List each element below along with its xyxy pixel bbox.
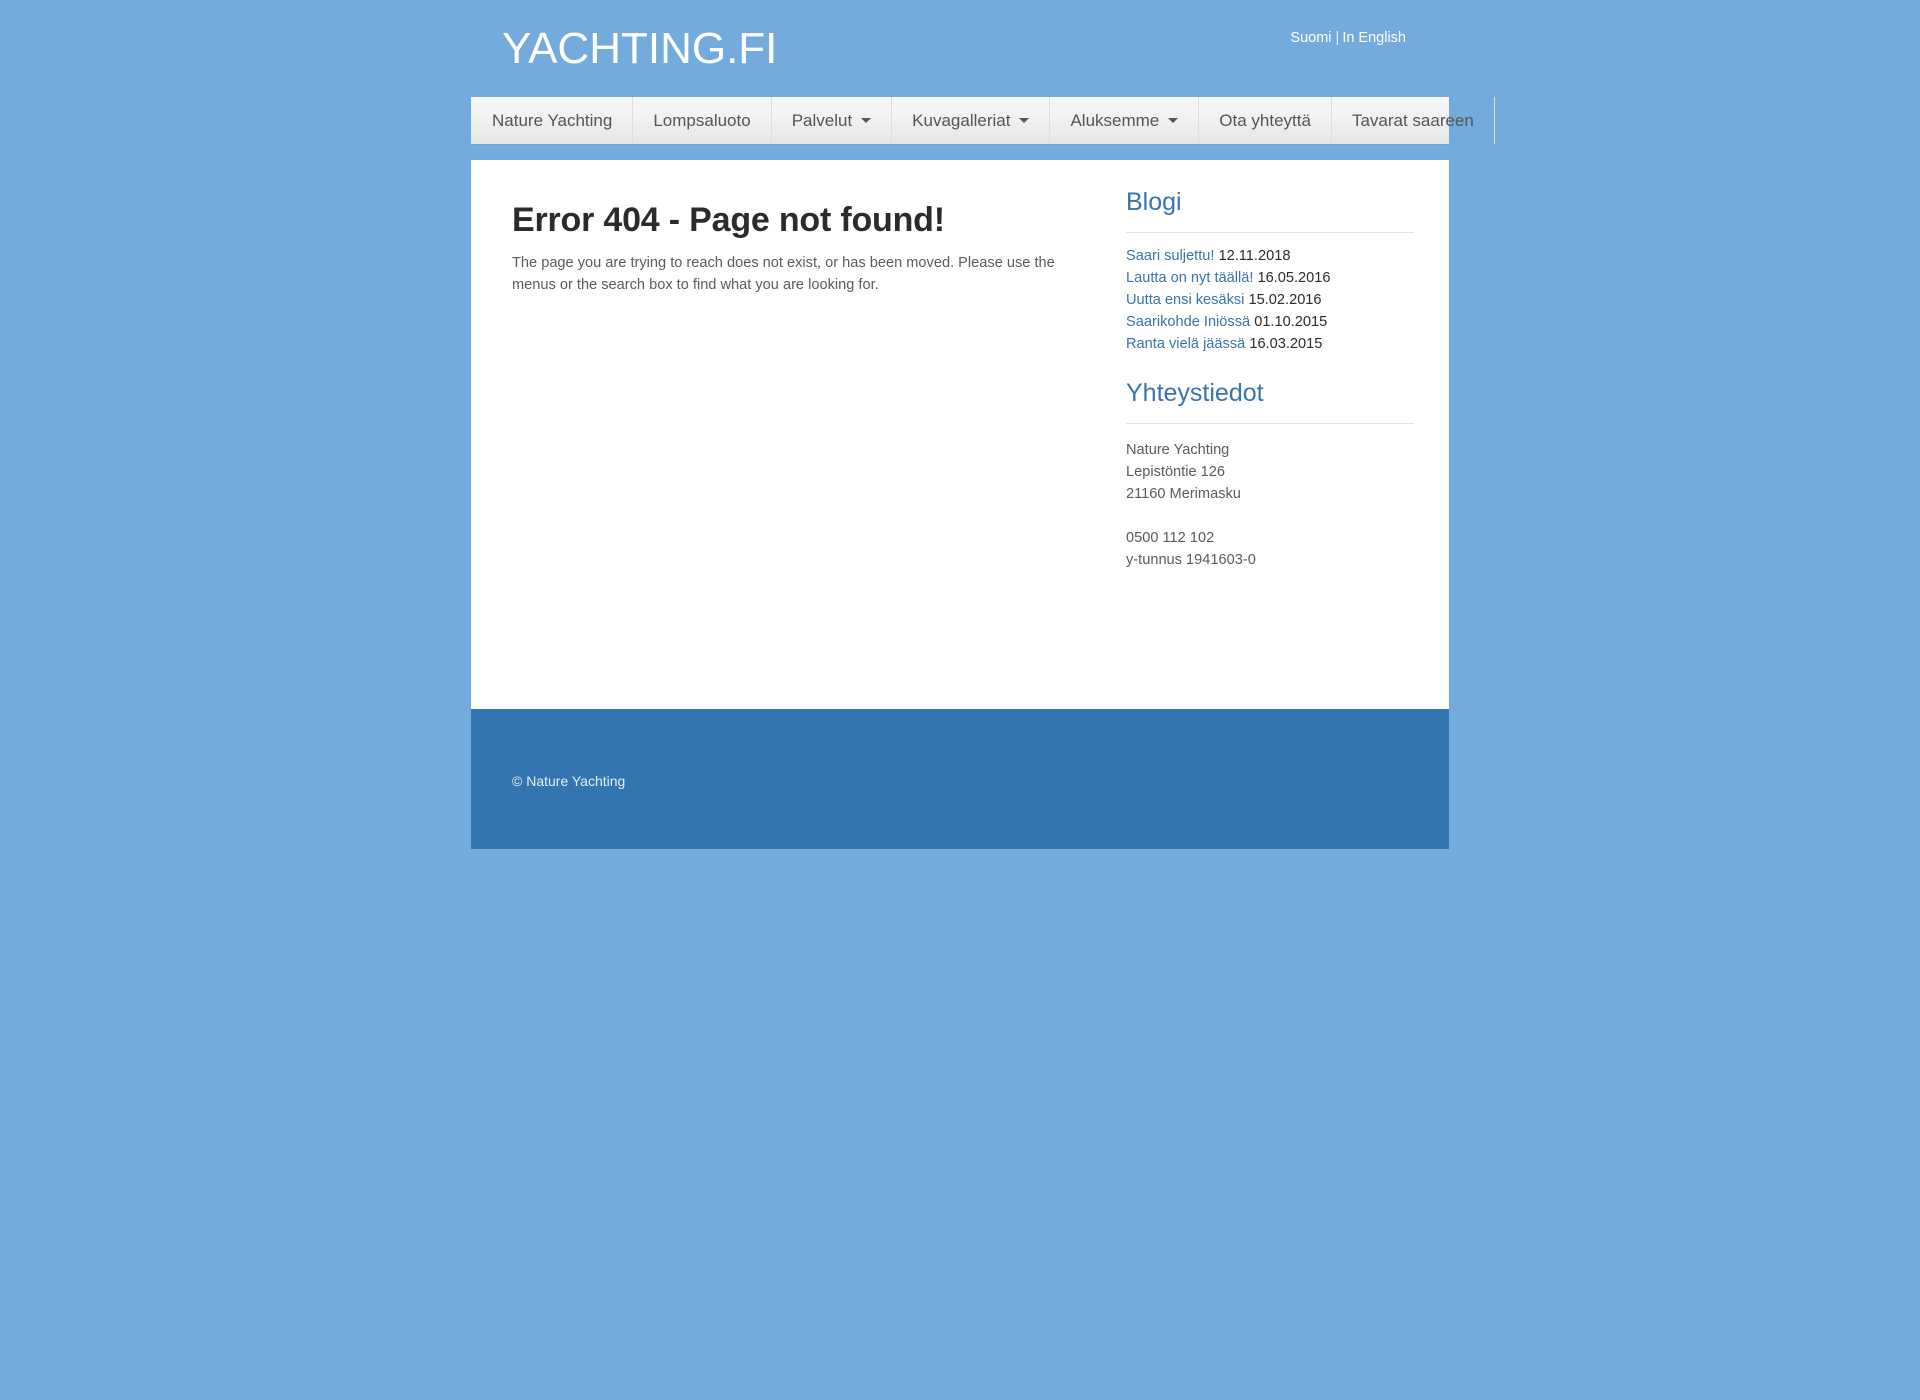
list-item: Lautta on nyt täällä! 16.05.2016 xyxy=(1126,267,1414,289)
nav-item-tavarat-saareen[interactable]: Tavarat saareen xyxy=(1332,97,1495,144)
nav-item-label: Lompsaluoto xyxy=(653,110,751,130)
nav-item-label: Nature Yachting xyxy=(492,110,613,130)
nav-item-ota-yhteytta[interactable]: Ota yhteyttä xyxy=(1199,97,1332,144)
sidebar-contact-heading: Yhteystiedot xyxy=(1126,379,1264,407)
list-item: Ranta vielä jäässä 16.03.2015 xyxy=(1126,333,1414,355)
list-item: Saari suljettu! 12.11.2018 xyxy=(1126,245,1414,267)
nav-item-aluksemme[interactable]: Aluksemme xyxy=(1050,97,1200,144)
site-footer: © Nature Yachting xyxy=(471,709,1449,849)
divider xyxy=(1126,232,1414,233)
contact-city: 21160 Merimasku xyxy=(1126,486,1241,502)
chevron-down-icon xyxy=(1019,118,1030,123)
page-title: Error 404 - Page not found! xyxy=(512,201,945,239)
nav-item-nature-yachting[interactable]: Nature Yachting xyxy=(471,97,634,144)
list-item: Uutta ensi kesäksi 15.02.2016 xyxy=(1126,289,1414,311)
language-switcher: Suomi | In English xyxy=(1290,30,1406,46)
blog-entry-date: 16.03.2015 xyxy=(1249,336,1323,352)
nav-item-palvelut[interactable]: Palvelut xyxy=(772,97,893,144)
blog-entry-list: Saari suljettu! 12.11.2018 Lautta on nyt… xyxy=(1126,245,1414,355)
blog-entry-date: 12.11.2018 xyxy=(1218,248,1291,264)
contact-details: Nature Yachting Lepistöntie 126 21160 Me… xyxy=(1126,439,1414,571)
sidebar-block-contact: Yhteystiedot Nature Yachting Lepistöntie… xyxy=(1126,376,1414,571)
nav-item-label: Ota yhteyttä xyxy=(1219,110,1311,130)
blog-entry-date: 16.05.2016 xyxy=(1257,270,1331,286)
contact-business-id: y-tunnus 1941603-0 xyxy=(1126,552,1256,568)
list-item: Saarikohde Iniössä 01.10.2015 xyxy=(1126,311,1414,333)
blog-entry-link[interactable]: Lautta on nyt täällä! xyxy=(1126,270,1253,286)
site-title: YACHTING.FI xyxy=(502,24,778,73)
site-wrapper: YACHTING.FI Suomi | In English Nature Yach… xyxy=(471,0,1495,849)
nav-item-label: Kuvagalleriat xyxy=(912,110,1011,130)
blog-entry-date: 01.10.2015 xyxy=(1254,314,1328,330)
blog-entry-date: 15.02.2016 xyxy=(1248,292,1322,308)
language-separator: | xyxy=(1335,30,1340,46)
nav-empty-cell xyxy=(1495,97,1535,144)
nav-item-label: Palvelut xyxy=(791,110,853,130)
site-header: YACHTING.FI Suomi | In English xyxy=(471,0,1449,100)
language-link-finnish[interactable]: Suomi xyxy=(1290,30,1331,46)
sidebar-block-blog: Blogi Saari suljettu! 12.11.2018 Lautta … xyxy=(1126,185,1414,355)
main-content-column: Error 404 - Page not found! The page you… xyxy=(512,200,1092,296)
language-link-english[interactable]: In English xyxy=(1342,30,1406,46)
nav-item-kuvagalleriat[interactable]: Kuvagalleriat xyxy=(892,97,1051,144)
blog-entry-link[interactable]: Ranta vielä jäässä xyxy=(1126,336,1245,352)
contact-company: Nature Yachting xyxy=(1126,442,1230,458)
contact-phone: 0500 112 102 xyxy=(1126,530,1215,546)
chevron-down-icon xyxy=(1168,118,1179,123)
chevron-down-icon xyxy=(861,118,872,123)
sidebar: Blogi Saari suljettu! 12.11.2018 Lautta … xyxy=(1126,185,1414,571)
nav-item-label: Aluksemme xyxy=(1070,110,1160,130)
blog-entry-link[interactable]: Saari suljettu! xyxy=(1126,248,1214,264)
sidebar-blog-heading: Blogi xyxy=(1126,188,1182,216)
contact-street: Lepistöntie 126 xyxy=(1126,464,1225,480)
divider xyxy=(1126,423,1414,424)
blog-entry-link[interactable]: Saarikohde Iniössä xyxy=(1126,314,1250,330)
footer-copyright: © Nature Yachting xyxy=(512,773,626,789)
blog-entry-link[interactable]: Uutta ensi kesäksi xyxy=(1126,292,1244,308)
error-description: The page you are trying to reach does no… xyxy=(512,255,1055,293)
nav-item-label: Tavarat saareen xyxy=(1351,110,1474,130)
content-panel: Error 404 - Page not found! The page you… xyxy=(471,160,1449,709)
main-navigation: Nature Yachting Lompsaluoto Palvelut Kuv… xyxy=(471,97,1495,144)
nav-item-lompsaluoto[interactable]: Lompsaluoto xyxy=(633,97,772,144)
